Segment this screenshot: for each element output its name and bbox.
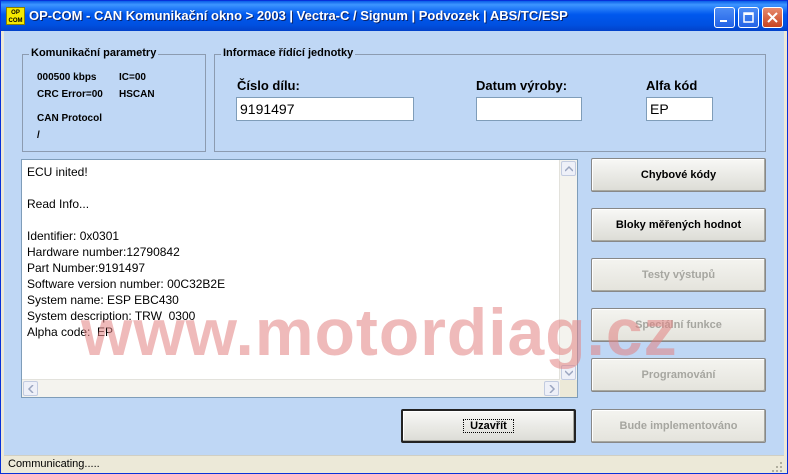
close-button-label: Uzavřít [463,419,514,433]
app-icon-text-top: OP [11,10,20,16]
ic-value: IC=00 [119,72,146,83]
close-icon [767,12,778,23]
minimize-icon [720,20,727,22]
title-bar[interactable]: OP COM OP-COM - CAN Komunikační okno > 2… [1,1,787,31]
scroll-right-button[interactable] [544,381,559,396]
alpha-code-label: Alfa kód [646,78,698,93]
arrow-down-icon [565,370,573,377]
maximize-button[interactable] [738,7,759,28]
status-text: Communicating..... [8,458,100,470]
output-tests-button[interactable]: Testy výstupů [591,258,766,292]
baud-rate: 000500 kbps [37,72,97,83]
status-bar: Communicating..... [4,455,784,473]
comm-params-title: Komunikační parametry [29,47,159,59]
arrow-right-icon [549,385,556,393]
minimize-button[interactable] [714,7,735,28]
app-icon-text-bottom: COM [8,18,23,24]
client-area: Komunikační parametry 000500 kbps IC=00 … [4,31,784,455]
bus-type: HSCAN [119,89,155,100]
window-title: OP-COM - CAN Komunikační okno > 2003 | V… [29,8,568,23]
protocol-label: CAN Protocol [37,113,102,124]
part-number-field[interactable]: 9191497 [236,97,414,121]
watermark-text: www.motordiag.cz [81,295,678,369]
scroll-left-button[interactable] [23,381,38,396]
crc-error: CRC Error=00 [37,89,103,100]
future-feature-button[interactable]: Bude implementováno [591,409,766,443]
log-horizontal-scrollbar[interactable] [22,379,560,397]
manufacture-date-field[interactable] [476,97,582,121]
ecu-info-title: Informace řídící jednotky [221,47,356,59]
manufacture-date-label: Datum výroby: [476,78,568,93]
measured-blocks-button[interactable]: Bloky měřených hodnot [591,208,766,242]
arrow-up-icon [565,165,573,172]
fault-codes-button[interactable]: Chybové kódy [591,158,766,192]
maximize-icon [743,12,754,23]
alpha-code-field[interactable]: EP [646,97,713,121]
ecu-info-group: Informace řídící jednotky Číslo dílu: 91… [214,47,766,152]
part-number-label: Číslo dílu: [237,78,300,93]
scroll-up-button[interactable] [561,161,576,176]
close-button[interactable]: Uzavřít [401,409,576,443]
close-window-button[interactable] [762,7,783,28]
main-window: OP COM OP-COM - CAN Komunikační okno > 2… [0,0,788,474]
scrollbar-corner [560,380,577,397]
protocol-value: / [37,130,40,141]
resize-grip-icon[interactable] [771,461,783,473]
comm-params-group: Komunikační parametry 000500 kbps IC=00 … [22,47,206,152]
opcom-app-icon: OP COM [6,7,25,25]
arrow-left-icon [27,385,34,393]
